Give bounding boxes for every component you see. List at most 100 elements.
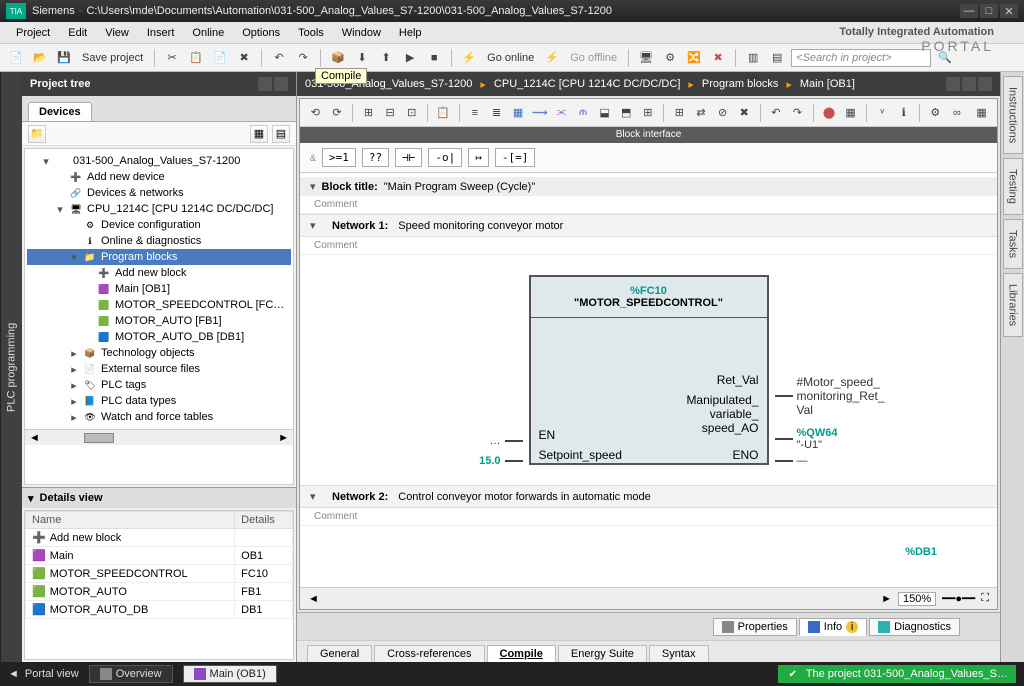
undo-icon[interactable]: ↶ [269,48,289,68]
compile-icon[interactable]: 📦 [328,48,348,68]
menu-project[interactable]: Project [8,24,58,42]
details-row[interactable]: 🟩MOTOR_SPEEDCONTROLFC10 [26,565,293,583]
copy-icon[interactable]: 📋 [186,48,206,68]
right-tab-testing[interactable]: Testing [1003,158,1023,215]
details-row[interactable]: 🟩MOTOR_AUTOFB1 [26,583,293,601]
et-icon[interactable]: ✖ [735,103,754,123]
save-icon[interactable]: 💾 [54,48,74,68]
menu-window[interactable]: Window [334,24,389,42]
bottom-tab-cross-references[interactable]: Cross-references [374,645,484,662]
right-tab-instructions[interactable]: Instructions [1003,76,1023,154]
tree-btn1-icon[interactable]: ▦ [250,125,268,143]
main-ob1-tab[interactable]: Main (OB1) [183,665,277,683]
network-1-body[interactable]: %FC10 "MOTOR_SPEEDCONTROL" EN Setpoint_s… [300,255,997,485]
bottom-tab-compile[interactable]: Compile [487,645,556,662]
delete-icon[interactable]: ✖ [234,48,254,68]
fbd-block-motor-speedcontrol[interactable]: %FC10 "MOTOR_SPEEDCONTROL" EN Setpoint_s… [529,275,769,465]
et-icon[interactable]: ⚙ [926,103,945,123]
tree-item[interactable]: ▾031-500_Analog_Values_S7-1200 [27,153,291,169]
et-icon[interactable]: 📋 [434,103,453,123]
et-icon[interactable]: ⫘ [552,103,571,123]
lad-element[interactable]: ↦ [468,148,489,167]
network-1-header[interactable]: ▾ Network 1: Speed monitoring conveyor m… [300,214,997,237]
tree-item[interactable]: ▸📄External source files [27,361,291,377]
et-icon[interactable]: ▦ [509,103,528,123]
redo-icon[interactable]: ↷ [293,48,313,68]
network-2-comment[interactable]: Comment [300,508,997,526]
bottom-tab-energy-suite[interactable]: Energy Suite [558,645,647,662]
et-icon[interactable]: ⊞ [639,103,658,123]
et-icon[interactable]: ⬤ [820,103,839,123]
et-icon[interactable]: ↷ [788,103,807,123]
et-icon[interactable]: ⊞ [670,103,689,123]
right-tab-tasks[interactable]: Tasks [1003,219,1023,269]
tree-item[interactable]: ⚙Device configuration [27,217,291,233]
save-project-label[interactable]: Save project [78,52,147,64]
tree-item[interactable]: ➕Add new device [27,169,291,185]
project-tree[interactable]: ▾031-500_Analog_Values_S7-1200➕Add new d… [25,149,293,429]
plc-programming-sidetab[interactable]: PLC programming [0,72,22,662]
details-row[interactable]: 🟦MOTOR_AUTO_DBDB1 [26,601,293,619]
lad-element[interactable]: ?? [362,148,389,167]
details-row[interactable]: ➕Add new block [26,529,293,547]
tree-item[interactable]: 🟪Main [OB1] [27,281,291,297]
network-2-header[interactable]: ▾ Network 2: Control conveyor motor forw… [300,485,997,508]
split-icon[interactable]: ▥ [743,48,763,68]
tree-hscroll[interactable]: ◄► [25,429,293,445]
network-1-comment[interactable]: Comment [300,237,997,255]
block-interface-bar[interactable]: Block interface [300,127,997,143]
collapse-icon[interactable] [258,77,272,91]
et-icon[interactable]: ⊟ [381,103,400,123]
download-icon[interactable]: ⬇ [352,48,372,68]
setpoint-input[interactable]: 15.0 [479,455,528,467]
crumb[interactable]: Main [OB1] [800,78,855,90]
menu-edit[interactable]: Edit [60,24,95,42]
lad-element[interactable]: -o| [428,148,462,167]
lad-element[interactable]: >=1 [322,148,356,167]
et-icon[interactable]: ⟳ [328,103,347,123]
search-icon[interactable]: 🔍 [935,48,955,68]
crumb[interactable]: CPU_1214C [CPU 1214C DC/DC/DC] [494,78,680,90]
tree-item[interactable]: ▾📁Program blocks [27,249,291,265]
retval-output[interactable]: #Motor_speed_monitoring_Ret_Val [769,375,885,417]
tree-item[interactable]: 🔗Devices & networks [27,185,291,201]
tree-item[interactable]: ▸👁Watch and force tables [27,409,291,425]
et-icon[interactable]: ▦ [841,103,860,123]
monitor-icon[interactable]: ✖ [708,48,728,68]
et-icon[interactable]: ≣ [487,103,506,123]
go-online-label[interactable]: Go online [483,52,538,64]
open-project-icon[interactable]: 📂 [30,48,50,68]
menu-insert[interactable]: Insert [139,24,183,42]
block-comment[interactable]: Comment [300,196,997,214]
en-input[interactable]: … [490,435,529,447]
et-icon[interactable]: ∞ [948,103,967,123]
bottom-tab-syntax[interactable]: Syntax [649,645,709,662]
tree-item[interactable]: 🟩MOTOR_AUTO [FB1] [27,313,291,329]
go-offline-icon[interactable]: ⚡ [542,48,562,68]
et-icon[interactable]: ⇄ [692,103,711,123]
et-icon[interactable]: ⊘ [713,103,732,123]
et-icon[interactable]: ⊞ [359,103,378,123]
cut-icon[interactable]: ✂ [162,48,182,68]
crumb[interactable]: Program blocks [702,78,778,90]
menu-help[interactable]: Help [391,24,430,42]
et-icon[interactable]: ℹ [894,103,913,123]
cpu-panel-icon[interactable]: ⚙ [660,48,680,68]
et-icon[interactable]: ⟲ [306,103,325,123]
menu-options[interactable]: Options [234,24,288,42]
et-icon[interactable]: ⫙ [574,103,593,123]
tree-item[interactable]: 🟦MOTOR_AUTO_DB [DB1] [27,329,291,345]
tree-item[interactable]: ▸🏷PLC tags [27,377,291,393]
et-icon[interactable]: ⬒ [617,103,636,123]
eno-output[interactable]: — [769,455,808,467]
split2-icon[interactable]: ▤ [767,48,787,68]
menu-view[interactable]: View [97,24,137,42]
info-tab[interactable]: Infoi [799,618,867,636]
accessible-devices-icon[interactable]: 🖥 [636,48,656,68]
expand-icon[interactable]: ⛶ [981,592,989,605]
paste-icon[interactable]: 📄 [210,48,230,68]
go-online-icon[interactable]: ⚡ [459,48,479,68]
zoom-slider[interactable]: ━━●━━ [942,592,975,605]
close-icon[interactable] [978,77,992,91]
et-icon[interactable]: ≡ [466,103,485,123]
